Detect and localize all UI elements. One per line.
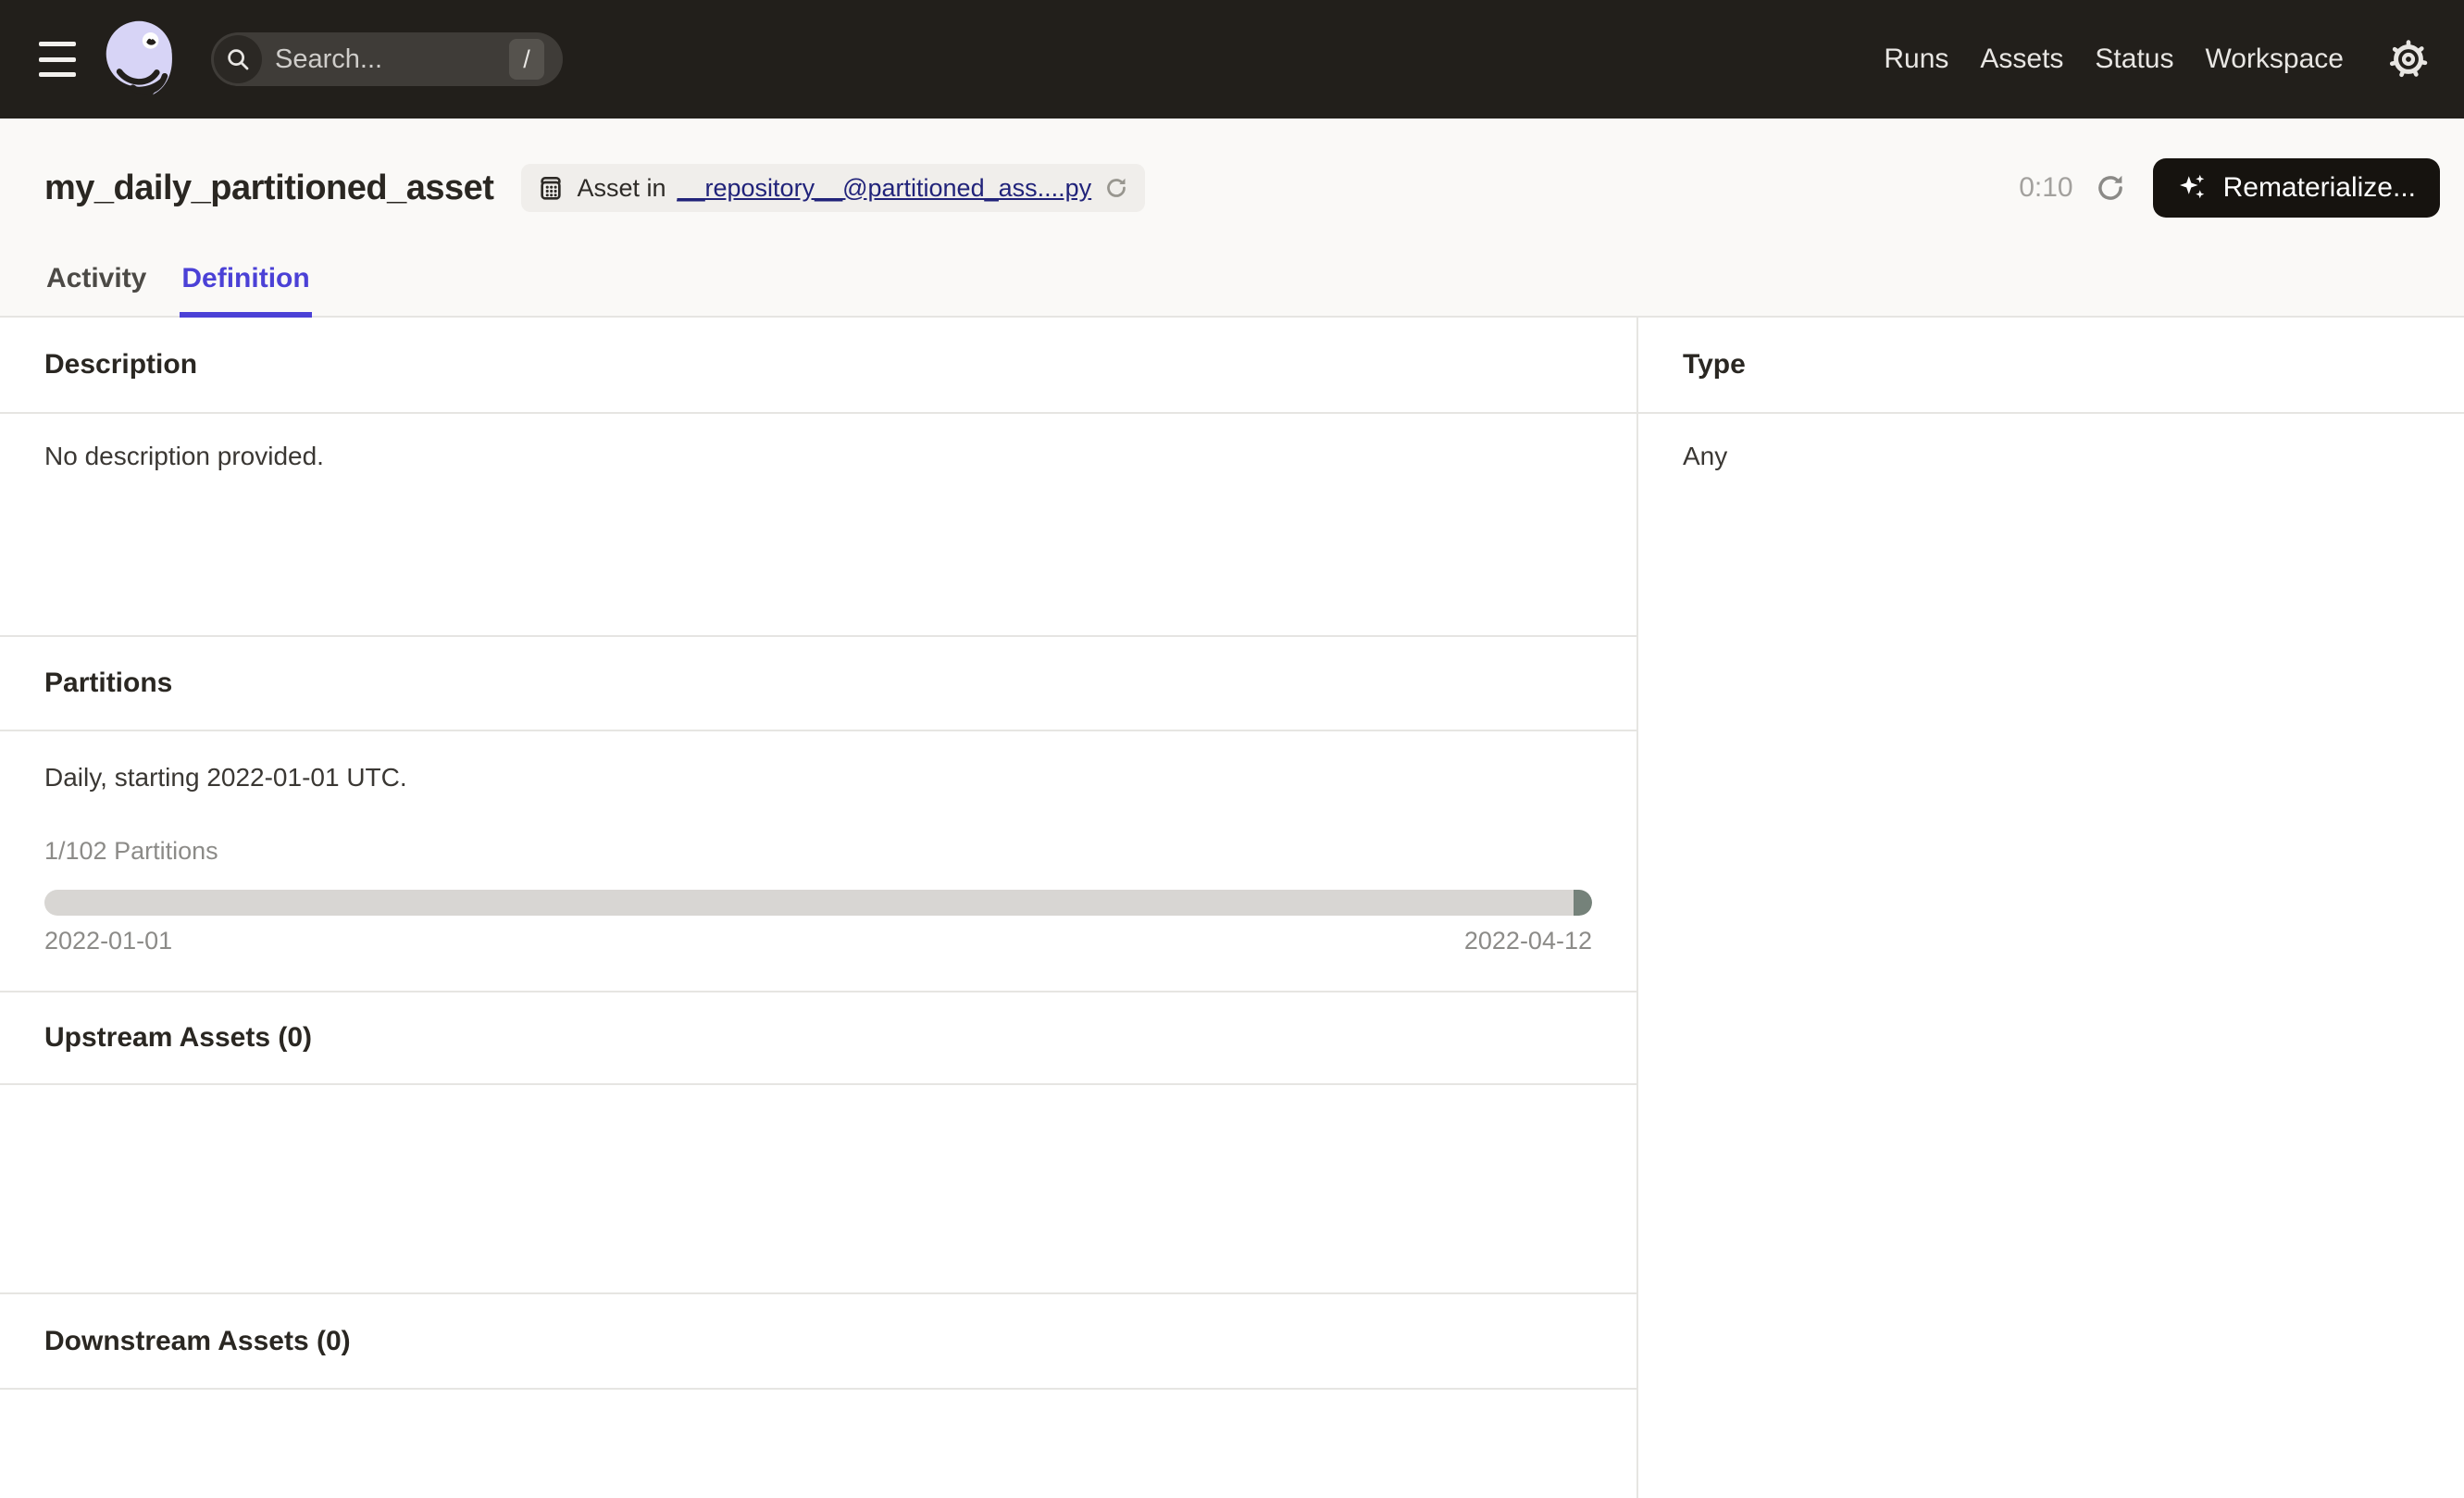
search-icon	[214, 35, 262, 83]
partitions-body: Daily, starting 2022-01-01 UTC. 1/102 Pa…	[0, 731, 1636, 992]
top-navigation-bar: / Runs Assets Status Workspace	[0, 0, 2464, 119]
tab-activity[interactable]: Activity	[44, 241, 148, 316]
asset-page-header: my_daily_partitioned_asset Asset in __re…	[0, 119, 2464, 318]
partitions-summary: Daily, starting 2022-01-01 UTC.	[44, 763, 1592, 793]
page-title: my_daily_partitioned_asset	[44, 169, 493, 208]
type-heading: Type	[1638, 318, 2464, 414]
repository-icon	[536, 173, 566, 203]
partition-start-date: 2022-01-01	[44, 927, 172, 955]
partition-materialized-segment	[1574, 890, 1592, 916]
tab-definition[interactable]: Definition	[180, 241, 311, 316]
description-heading: Description	[0, 318, 1636, 414]
hamburger-menu-icon[interactable]	[39, 42, 76, 77]
nav-status[interactable]: Status	[2095, 44, 2173, 75]
partition-health-bar[interactable]	[44, 890, 1592, 916]
search-shortcut-key: /	[509, 39, 544, 80]
search-box[interactable]: /	[211, 32, 563, 86]
dagster-logo-icon[interactable]	[100, 11, 185, 107]
badge-prefix-label: Asset in	[577, 174, 666, 203]
rematerialize-label: Rematerialize...	[2223, 172, 2416, 204]
type-value: Any	[1638, 414, 2464, 471]
left-column: Description No description provided. Par…	[0, 318, 1638, 1498]
partitions-count-label: 1/102 Partitions	[44, 837, 1592, 866]
nav-workspace[interactable]: Workspace	[2205, 44, 2344, 75]
downstream-assets-heading: Downstream Assets (0)	[0, 1294, 1636, 1390]
description-body: No description provided.	[0, 414, 1636, 637]
repository-badge: Asset in __repository__@partitioned_ass.…	[521, 164, 1145, 212]
rematerialize-button[interactable]: Rematerialize...	[2153, 158, 2440, 218]
search-input[interactable]	[275, 44, 451, 75]
upstream-assets-body	[0, 1085, 1636, 1294]
sparkles-icon	[2177, 171, 2210, 205]
right-column: Type Any	[1638, 318, 2464, 1498]
nav-assets[interactable]: Assets	[1980, 44, 2063, 75]
tab-bar: Activity Definition	[0, 241, 2464, 318]
upstream-assets-heading: Upstream Assets (0)	[0, 992, 1636, 1085]
refresh-countdown: 0:10	[2019, 172, 2072, 204]
reload-repository-icon[interactable]	[1102, 174, 1130, 202]
nav-runs[interactable]: Runs	[1884, 44, 1948, 75]
refresh-icon[interactable]	[2090, 168, 2131, 208]
partitions-heading: Partitions	[0, 637, 1636, 731]
definition-content: Description No description provided. Par…	[0, 318, 2464, 1498]
top-nav-links: Runs Assets Status Workspace	[1884, 44, 2344, 75]
repository-link[interactable]: __repository__@partitioned_ass....py	[677, 174, 1091, 203]
partition-end-date: 2022-04-12	[1464, 927, 1592, 955]
gear-icon[interactable]	[2386, 37, 2431, 81]
